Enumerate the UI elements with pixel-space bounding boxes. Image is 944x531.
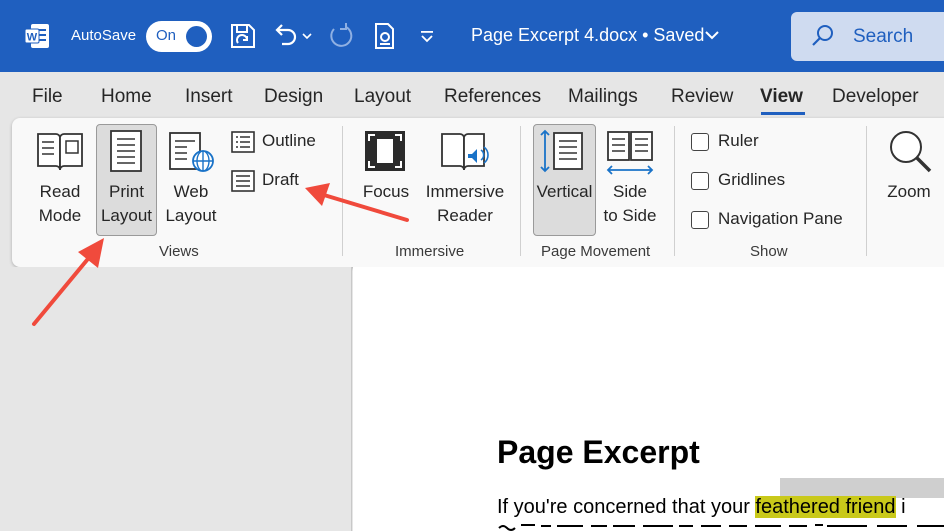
immersive-reader-button[interactable]: Immersive Reader bbox=[420, 180, 510, 228]
gridlines-label[interactable]: Gridlines bbox=[718, 170, 785, 190]
immersive-reader-icon[interactable] bbox=[440, 130, 490, 174]
highlighted-text: feathered friend bbox=[755, 496, 896, 518]
draft-icon[interactable] bbox=[231, 170, 255, 192]
print-layout-label-2: Layout bbox=[100, 206, 153, 225]
search-label: Search bbox=[853, 26, 914, 47]
tab-file[interactable]: File bbox=[32, 86, 63, 108]
immersive-reader-label-1: Immersive bbox=[425, 182, 505, 201]
page-movement-group-label: Page Movement bbox=[541, 243, 651, 260]
customize-qat-icon[interactable] bbox=[418, 20, 436, 52]
document-title[interactable]: Page Excerpt 4.docx • Saved bbox=[471, 25, 704, 46]
immersive-reader-label-2: Reader bbox=[437, 206, 493, 225]
views-group-label: Views bbox=[159, 243, 199, 260]
zoom-button[interactable]: Zoom bbox=[876, 180, 942, 204]
tab-layout[interactable]: Layout bbox=[354, 86, 411, 108]
group-separator bbox=[866, 126, 867, 256]
vertical-icon[interactable] bbox=[538, 127, 588, 175]
side-to-side-button[interactable]: Side to Side bbox=[598, 180, 662, 228]
web-layout-label-2: Layout bbox=[165, 206, 217, 225]
navigation-pane-label[interactable]: Navigation Pane bbox=[718, 209, 843, 229]
group-separator bbox=[520, 126, 521, 256]
focus-button[interactable]: Focus bbox=[356, 180, 416, 204]
read-mode-label-1: Read bbox=[39, 182, 81, 201]
side-to-side-label-2: to Side bbox=[603, 206, 657, 225]
undo-icon[interactable] bbox=[270, 20, 300, 52]
svg-text:W: W bbox=[27, 32, 38, 44]
next-line-partial bbox=[498, 524, 944, 531]
tab-developer[interactable]: Developer bbox=[832, 86, 919, 108]
ribbon-tabs: File Home Insert Design Layout Reference… bbox=[0, 72, 944, 118]
paragraph-text-cont: i bbox=[895, 496, 906, 518]
read-mode-button[interactable]: Read Mode bbox=[30, 180, 90, 228]
draft-button[interactable]: Draft bbox=[262, 170, 299, 190]
left-workspace bbox=[0, 267, 352, 531]
zoom-icon[interactable] bbox=[886, 129, 934, 175]
outline-icon[interactable] bbox=[231, 131, 255, 153]
side-to-side-label-1: Side bbox=[612, 182, 648, 201]
undo-dropdown-chevron-icon[interactable] bbox=[300, 20, 314, 52]
web-layout-label-1: Web bbox=[173, 182, 209, 201]
selection-highlight bbox=[780, 478, 944, 498]
print-layout-icon[interactable] bbox=[108, 129, 144, 173]
print-layout-label-1: Print bbox=[109, 182, 144, 201]
side-to-side-icon[interactable] bbox=[604, 130, 656, 178]
group-separator bbox=[674, 126, 675, 256]
focus-icon[interactable] bbox=[363, 129, 407, 173]
group-separator bbox=[342, 126, 343, 256]
document-paragraph-line[interactable]: If you're concerned that your feathered … bbox=[497, 496, 906, 519]
read-mode-label-2: Mode bbox=[38, 206, 82, 225]
toggle-knob bbox=[186, 26, 207, 47]
word-logo-icon[interactable]: W bbox=[24, 23, 50, 49]
print-layout-button[interactable]: Print Layout bbox=[96, 180, 157, 228]
autosave-toggle[interactable]: On bbox=[146, 21, 212, 52]
tab-insert[interactable]: Insert bbox=[185, 86, 233, 108]
title-bar: W AutoSave On Page Excerpt 4.docx • Save… bbox=[0, 0, 944, 72]
vertical-button[interactable]: Vertical bbox=[533, 180, 596, 204]
read-mode-icon[interactable] bbox=[36, 130, 84, 172]
navigation-pane-checkbox[interactable] bbox=[691, 211, 709, 229]
autosave-state: On bbox=[156, 27, 177, 44]
tab-home[interactable]: Home bbox=[101, 86, 152, 108]
show-group-label: Show bbox=[750, 243, 788, 260]
document-heading[interactable]: Page Excerpt bbox=[497, 434, 700, 471]
search-icon bbox=[812, 25, 833, 46]
save-sync-icon[interactable] bbox=[228, 20, 258, 52]
active-tab-indicator bbox=[761, 112, 805, 115]
tab-review[interactable]: Review bbox=[671, 86, 733, 108]
print-preview-icon[interactable] bbox=[370, 20, 400, 52]
tab-view[interactable]: View bbox=[760, 86, 803, 108]
tab-design[interactable]: Design bbox=[264, 86, 323, 108]
autosave-label: AutoSave bbox=[71, 27, 137, 44]
title-chevron-down-icon[interactable] bbox=[704, 27, 720, 43]
tab-references[interactable]: References bbox=[444, 86, 541, 108]
gridlines-checkbox[interactable] bbox=[691, 172, 709, 190]
web-layout-icon[interactable] bbox=[168, 131, 216, 175]
web-layout-button[interactable]: Web Layout bbox=[160, 180, 222, 228]
redo-icon[interactable] bbox=[326, 20, 356, 52]
tab-mailings[interactable]: Mailings bbox=[568, 86, 638, 108]
ruler-checkbox[interactable] bbox=[691, 133, 709, 151]
paragraph-text: If you're concerned that your bbox=[497, 496, 756, 518]
immersive-group-label: Immersive bbox=[395, 243, 465, 260]
search-box[interactable]: Search bbox=[791, 12, 944, 61]
ruler-label[interactable]: Ruler bbox=[718, 131, 759, 151]
outline-button[interactable]: Outline bbox=[262, 131, 316, 151]
